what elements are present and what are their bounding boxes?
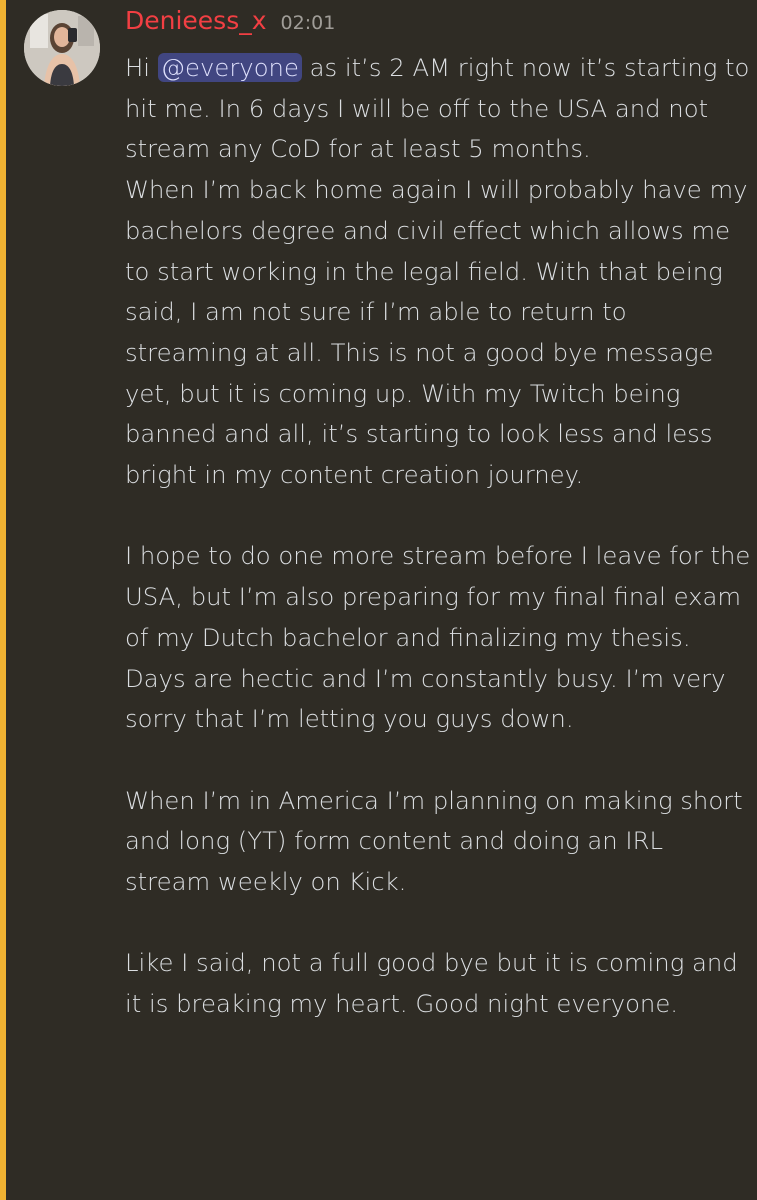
username[interactable]: Denieess_x — [125, 6, 267, 35]
mention-highlight-bar — [0, 0, 6, 1200]
avatar[interactable] — [24, 10, 100, 86]
timestamp[interactable]: 02:01 — [281, 12, 336, 34]
paragraph-4: When I’m in America I’m planning on maki… — [125, 785, 743, 897]
paragraph-2: When I’m back home again I will probably… — [125, 175, 748, 490]
chat-message: Denieess_x 02:01 Hi @everyone as it’s 2 … — [0, 0, 757, 1200]
paragraph-3: I hope to do one more stream before I le… — [125, 541, 751, 734]
avatar-image — [24, 10, 100, 86]
message-header: Denieess_x 02:01 — [125, 6, 335, 40]
message-content: Hi @everyone as it’s 2 AM right now it’s… — [125, 48, 751, 1025]
everyone-mention[interactable]: @everyone — [157, 53, 302, 82]
paragraph-5: Like I said, not a full good bye but it … — [125, 948, 738, 1019]
greeting-text: Hi — [125, 53, 158, 82]
paragraph-1: Hi @everyone as it’s 2 AM right now it’s… — [125, 48, 751, 170]
